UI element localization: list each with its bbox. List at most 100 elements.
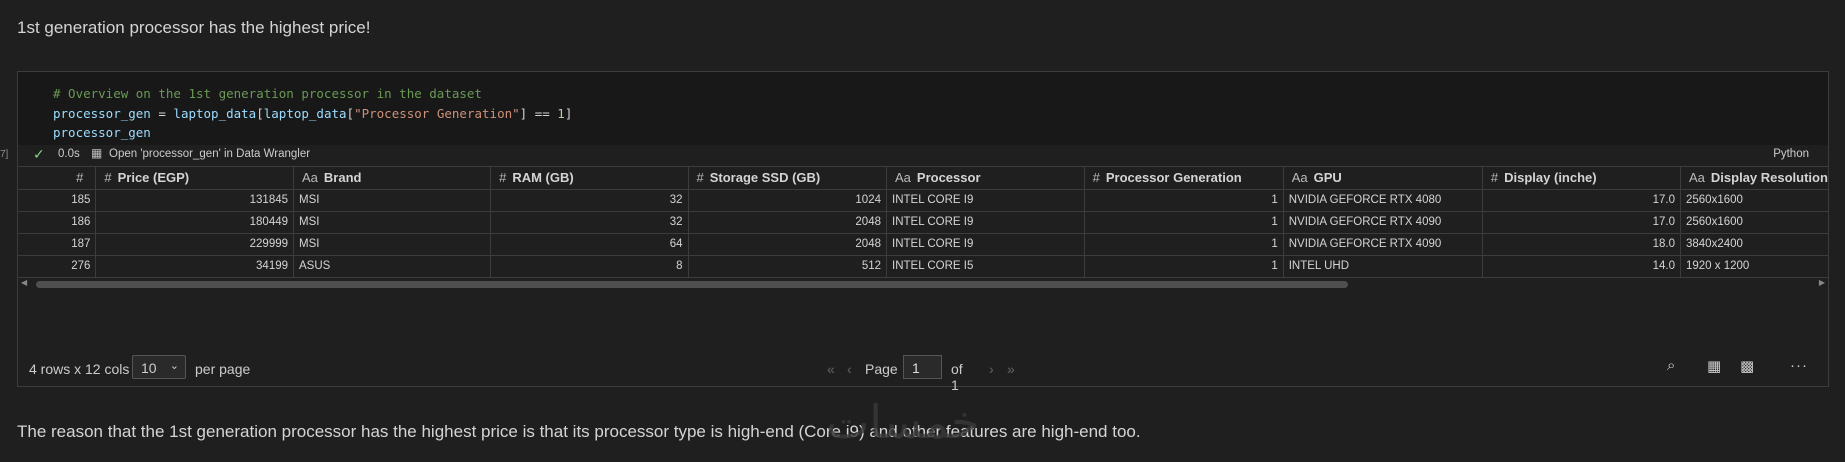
- numeric-type-icon: #: [1490, 170, 1499, 186]
- column-header[interactable]: # RAM (GB): [490, 167, 689, 190]
- search-icon[interactable]: ⌕: [1667, 357, 1675, 374]
- row-index-cell[interactable]: 276: [17, 255, 97, 278]
- table-icon[interactable]: ▦: [1707, 357, 1721, 375]
- open-data-wrangler-link[interactable]: Open 'processor_gen' in Data Wrangler: [109, 148, 310, 160]
- table-row[interactable]: 276 34199 ASUS 8 512 INTEL CORE I5 1 INTEL UHD 1…: [17, 255, 1829, 278]
- column-header-label: Brand: [323, 170, 362, 186]
- row-index-cell[interactable]: 187: [17, 233, 97, 256]
- column-header[interactable]: # Storage SSD (GB): [688, 167, 887, 190]
- row-index-cell[interactable]: 185: [17, 189, 97, 212]
- scroll-left-icon[interactable]: ◀: [21, 278, 27, 287]
- text-type-icon: Aa: [895, 170, 911, 186]
- execution-time: 0.0s: [58, 148, 80, 160]
- column-header[interactable]: Aa GPU: [1283, 167, 1483, 190]
- table-cell[interactable]: 1: [1084, 189, 1284, 212]
- table-cell[interactable]: 18.0: [1482, 233, 1682, 256]
- numeric-type-icon: #: [104, 170, 112, 186]
- page-of-label: of 1: [951, 361, 963, 393]
- table-cell[interactable]: INTEL CORE I5: [886, 255, 1085, 278]
- execution-status-bar: ✓ 0.0s ▦ Open 'processor_gen' in Data Wr…: [17, 144, 1829, 165]
- index-column-header[interactable]: #: [17, 167, 97, 190]
- table-cell[interactable]: 2048: [688, 211, 887, 234]
- text-type-icon: Aa: [1291, 170, 1308, 186]
- last-page-icon[interactable]: »: [1007, 361, 1015, 377]
- table-cell[interactable]: NVIDIA GEFORCE RTX 4080: [1283, 189, 1483, 212]
- scrollbar-thumb[interactable]: [36, 281, 1348, 288]
- data-wrangler-icon[interactable]: ▦: [91, 146, 102, 160]
- horizontal-scrollbar[interactable]: ◀ ▶: [17, 278, 1829, 290]
- column-header-label: Processor: [916, 170, 981, 186]
- table-cell[interactable]: 1: [1084, 233, 1284, 256]
- text-type-icon: Aa: [302, 170, 318, 186]
- per-page-label: per page: [195, 361, 251, 377]
- table-cell[interactable]: 17.0: [1482, 189, 1682, 212]
- table-cell[interactable]: INTEL CORE I9: [886, 233, 1085, 256]
- table-cell[interactable]: 131845: [95, 189, 295, 212]
- table-cell[interactable]: 1920 x 1200: [1680, 255, 1829, 278]
- column-header-label: RAM (GB): [512, 170, 574, 186]
- table-cell[interactable]: 3840x2400: [1680, 233, 1829, 256]
- table-cell[interactable]: 2048: [688, 233, 887, 256]
- execution-count: 7]: [0, 149, 9, 160]
- first-page-icon[interactable]: «: [827, 361, 835, 377]
- table-row[interactable]: 186 180449 MSI 32 2048 INTEL CORE I9 1 NVIDIA G…: [17, 211, 1829, 234]
- table-cell[interactable]: 8: [490, 255, 689, 278]
- numeric-type-icon: #: [76, 170, 84, 186]
- table-cell[interactable]: MSI: [293, 233, 492, 256]
- grid-footer: 4 rows x 12 cols 10 ⌄ per page « ‹ Page …: [17, 355, 1829, 393]
- column-header[interactable]: Aa Display Resolution: [1680, 167, 1829, 190]
- table-cell[interactable]: 32: [490, 189, 689, 212]
- table-row[interactable]: 185 131845 MSI 32 1024 INTEL CORE I9 1 NVIDIA G…: [17, 189, 1829, 212]
- scroll-right-icon[interactable]: ▶: [1819, 278, 1825, 287]
- code-editor[interactable]: # Overview on the 1st generation process…: [18, 72, 1828, 145]
- check-icon: ✓: [33, 146, 45, 162]
- table-cell[interactable]: MSI: [293, 189, 492, 212]
- page-size-select[interactable]: 10 ⌄: [132, 355, 186, 379]
- table-cell[interactable]: INTEL CORE I9: [886, 211, 1085, 234]
- table-cell[interactable]: 1: [1084, 211, 1284, 234]
- language-label[interactable]: Python: [1773, 148, 1809, 160]
- table-cell[interactable]: MSI: [293, 211, 492, 234]
- column-header[interactable]: Aa Brand: [293, 167, 492, 190]
- table-cell[interactable]: 1: [1084, 255, 1284, 278]
- column-header[interactable]: Aa Processor: [886, 167, 1085, 190]
- column-header[interactable]: # Price (EGP): [95, 167, 295, 190]
- table-cell[interactable]: 180449: [95, 211, 295, 234]
- table-cell[interactable]: 32: [490, 211, 689, 234]
- table-cell[interactable]: 1024: [688, 189, 887, 212]
- data-wrangler-icon[interactable]: ▩: [1740, 357, 1754, 375]
- table-cell[interactable]: 17.0: [1482, 211, 1682, 234]
- table-cell[interactable]: NVIDIA GEFORCE RTX 4090: [1283, 211, 1483, 234]
- table-cell[interactable]: NVIDIA GEFORCE RTX 4090: [1283, 233, 1483, 256]
- row-index-cell[interactable]: 186: [17, 211, 97, 234]
- table-cell[interactable]: ASUS: [293, 255, 492, 278]
- column-header[interactable]: # Display (inche): [1482, 167, 1682, 190]
- page-label: Page: [865, 361, 898, 377]
- page-number-input[interactable]: 1: [903, 355, 942, 379]
- table-cell[interactable]: 2560x1600: [1680, 189, 1829, 212]
- code-comment: # Overview on the 1st generation process…: [53, 86, 482, 101]
- column-header[interactable]: # Processor Generation: [1084, 167, 1284, 190]
- more-icon[interactable]: ···: [1790, 357, 1808, 374]
- column-header-label: Storage SSD (GB): [709, 170, 821, 186]
- table-row[interactable]: 187 229999 MSI 64 2048 INTEL CORE I9 1 NVIDIA G…: [17, 233, 1829, 256]
- next-page-icon[interactable]: ›: [989, 361, 994, 377]
- table-cell[interactable]: 14.0: [1482, 255, 1682, 278]
- table-cell[interactable]: 34199: [95, 255, 295, 278]
- text-type-icon: Aa: [1689, 170, 1705, 186]
- table-cell[interactable]: INTEL CORE I9: [886, 189, 1085, 212]
- watermark-logo: خمسات: [826, 396, 980, 448]
- numeric-type-icon: #: [696, 170, 704, 186]
- column-header-label: Display (inche): [1504, 170, 1597, 186]
- numeric-type-icon: #: [1092, 170, 1100, 186]
- column-header-label: Processor Generation: [1105, 170, 1242, 186]
- table-cell[interactable]: 512: [688, 255, 887, 278]
- prev-page-icon[interactable]: ‹: [847, 361, 852, 377]
- table-cell[interactable]: 2560x1600: [1680, 211, 1829, 234]
- code-line-3: processor_gen: [53, 125, 151, 140]
- table-cell[interactable]: 229999: [95, 233, 295, 256]
- column-header-label: Display Resolution: [1710, 170, 1828, 186]
- column-header-label: Price (EGP): [117, 170, 190, 186]
- table-cell[interactable]: 64: [490, 233, 689, 256]
- table-cell[interactable]: INTEL UHD: [1283, 255, 1483, 278]
